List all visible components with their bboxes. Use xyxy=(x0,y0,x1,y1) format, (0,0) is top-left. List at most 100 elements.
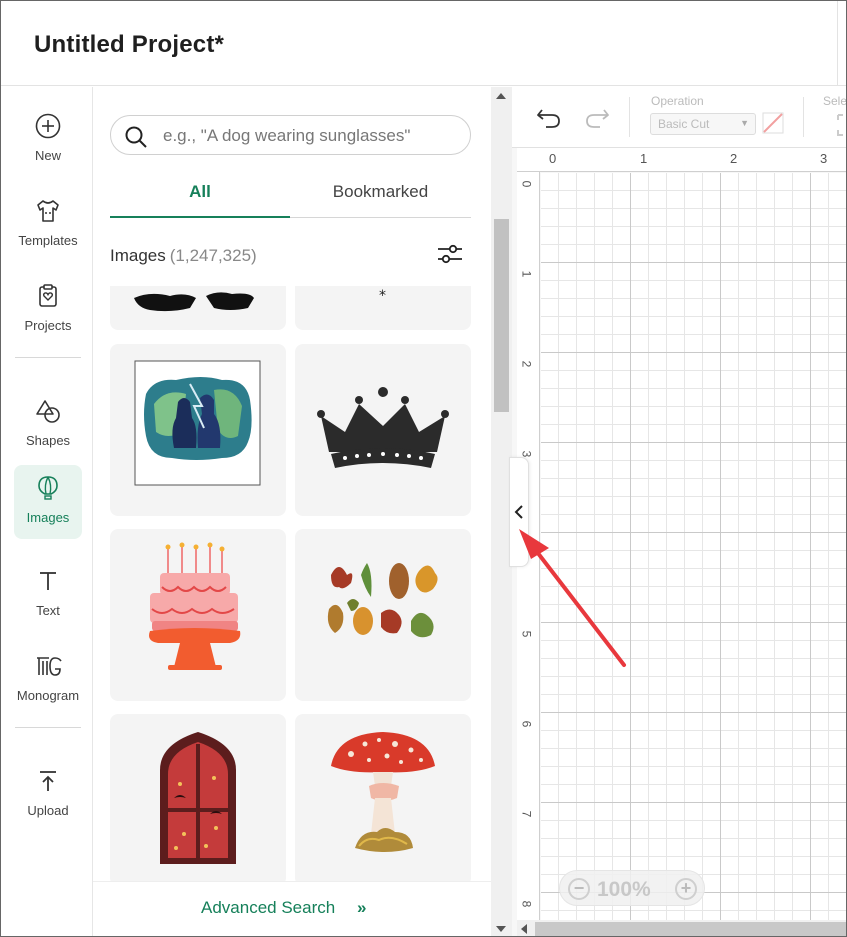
header-edge xyxy=(837,1,846,86)
cutting-mat-grid[interactable] xyxy=(541,173,846,936)
filter-button[interactable] xyxy=(436,242,466,268)
images-count: (1,247,325) xyxy=(169,246,257,265)
upload-icon xyxy=(40,771,56,791)
ruler-top-0: 0 xyxy=(549,151,557,166)
double-chevron-right-icon: » xyxy=(357,898,367,917)
redo-icon[interactable] xyxy=(584,106,610,130)
monogram-icon xyxy=(37,657,62,676)
nav-shapes[interactable]: Shapes xyxy=(14,388,82,462)
plus-circle-icon xyxy=(35,113,61,139)
image-tile[interactable] xyxy=(110,714,286,881)
zoom-level: 100% xyxy=(597,878,651,901)
small-mark-image: * xyxy=(379,288,386,304)
hot-air-balloon-icon xyxy=(38,476,58,500)
chevron-left-icon xyxy=(514,505,523,519)
projects-icon xyxy=(39,284,57,307)
image-results-grid: * xyxy=(93,286,491,881)
ruler-left-2: 2 xyxy=(519,360,534,368)
image-tile[interactable]: * xyxy=(295,286,471,330)
nav-divider xyxy=(15,357,81,358)
nav-projects-label: Projects xyxy=(24,318,72,333)
ruler-top: 0 1 2 3 xyxy=(517,148,846,172)
image-tile[interactable] xyxy=(295,529,471,701)
scroll-left-arrow-icon[interactable] xyxy=(521,924,527,934)
operation-value: Basic Cut xyxy=(658,117,710,131)
app-window: Untitled Project* New Templates Projects… xyxy=(0,0,847,937)
sliders-filter-icon xyxy=(438,244,462,264)
images-heading-label: Images xyxy=(110,246,166,265)
nav-templates[interactable]: Templates xyxy=(14,188,82,262)
images-panel: All Bookmarked Images(1,247,325) xyxy=(93,87,491,936)
toolbar-divider xyxy=(803,97,804,137)
nav-text[interactable]: Text xyxy=(14,558,82,632)
nav-monogram-label: Monogram xyxy=(16,688,80,703)
autumn-leaves-image xyxy=(327,563,438,638)
nav-upload-label: Upload xyxy=(27,803,69,818)
operation-select[interactable]: Basic Cut ▼ xyxy=(650,113,756,135)
image-tile[interactable] xyxy=(110,344,286,516)
nav-divider xyxy=(15,727,81,728)
panel-scrollbar-thumb[interactable] xyxy=(494,219,509,412)
color-swatch-none-icon[interactable] xyxy=(761,111,785,135)
canvas-horizontal-scrollbar[interactable] xyxy=(517,920,846,936)
nav-new[interactable]: New xyxy=(14,103,82,177)
image-search-box[interactable] xyxy=(110,115,471,155)
zoom-control: − 100% + xyxy=(559,870,705,906)
operation-label: Operation xyxy=(651,94,704,108)
scroll-up-arrow-icon[interactable] xyxy=(496,93,506,99)
image-tile[interactable] xyxy=(295,344,471,516)
select-all-icon[interactable] xyxy=(837,114,847,136)
tab-all[interactable]: All xyxy=(110,182,290,218)
ruler-left-7: 7 xyxy=(519,810,534,818)
advanced-search-button[interactable]: Advanced Search » xyxy=(93,881,491,936)
nav-projects[interactable]: Projects xyxy=(14,273,82,347)
canvas-area: Operation Basic Cut ▼ Sele 0 1 2 3 0 1 2… xyxy=(512,87,847,936)
nav-shapes-label: Shapes xyxy=(25,433,71,448)
left-nav: New Templates Projects Shapes Images Tex… xyxy=(1,87,93,936)
text-t-icon xyxy=(40,572,56,590)
collapse-panel-button[interactable] xyxy=(509,457,529,567)
select-label: Sele xyxy=(823,94,847,108)
nav-images-label: Images xyxy=(26,510,70,525)
nav-upload[interactable]: Upload xyxy=(14,758,82,832)
ruler-top-1: 1 xyxy=(640,151,648,166)
image-tile[interactable] xyxy=(110,286,286,330)
canvas-scrollbar-thumb[interactable] xyxy=(535,922,846,936)
project-header: Untitled Project* xyxy=(1,1,846,86)
gothic-window-image xyxy=(160,732,236,864)
images-heading: Images (1,247,325) xyxy=(110,246,257,266)
nav-images[interactable]: Images xyxy=(14,465,82,539)
ruler-left-6: 6 xyxy=(519,720,534,728)
ruler-top-2: 2 xyxy=(730,151,738,166)
nav-new-label: New xyxy=(34,148,61,163)
ruler-top-3: 3 xyxy=(820,151,828,166)
image-tile[interactable] xyxy=(295,714,471,881)
ruler-left-0: 0 xyxy=(519,180,534,188)
nav-monogram[interactable]: Monogram xyxy=(14,643,82,717)
couple-scene-image xyxy=(134,360,261,486)
dropdown-caret-icon: ▼ xyxy=(740,118,749,128)
birthday-cake-image xyxy=(149,542,241,670)
search-icon xyxy=(125,126,147,148)
scroll-down-arrow-icon[interactable] xyxy=(496,926,506,932)
nav-templates-label: Templates xyxy=(18,233,78,248)
search-input[interactable] xyxy=(163,125,463,147)
project-title[interactable]: Untitled Project* xyxy=(34,31,224,59)
ruler-left-1: 1 xyxy=(519,270,534,278)
svg-text:*: * xyxy=(379,288,386,304)
zoom-in-button[interactable]: + xyxy=(675,878,697,900)
undo-icon[interactable] xyxy=(536,106,562,130)
ruler-left-5: 5 xyxy=(519,630,534,638)
tshirt-icon xyxy=(37,200,59,222)
mushroom-image xyxy=(331,732,435,852)
ruler-left-8: 8 xyxy=(519,900,534,908)
tab-bookmarked[interactable]: Bookmarked xyxy=(290,182,471,218)
silhouette-image xyxy=(134,292,254,312)
crown-image xyxy=(317,387,449,468)
canvas-toolbar: Operation Basic Cut ▼ Sele xyxy=(512,87,847,148)
toolbar-divider xyxy=(629,97,630,137)
nav-text-label: Text xyxy=(36,603,60,618)
zoom-out-button[interactable]: − xyxy=(568,878,590,900)
image-tile[interactable] xyxy=(110,529,286,701)
shapes-icon xyxy=(36,400,60,423)
